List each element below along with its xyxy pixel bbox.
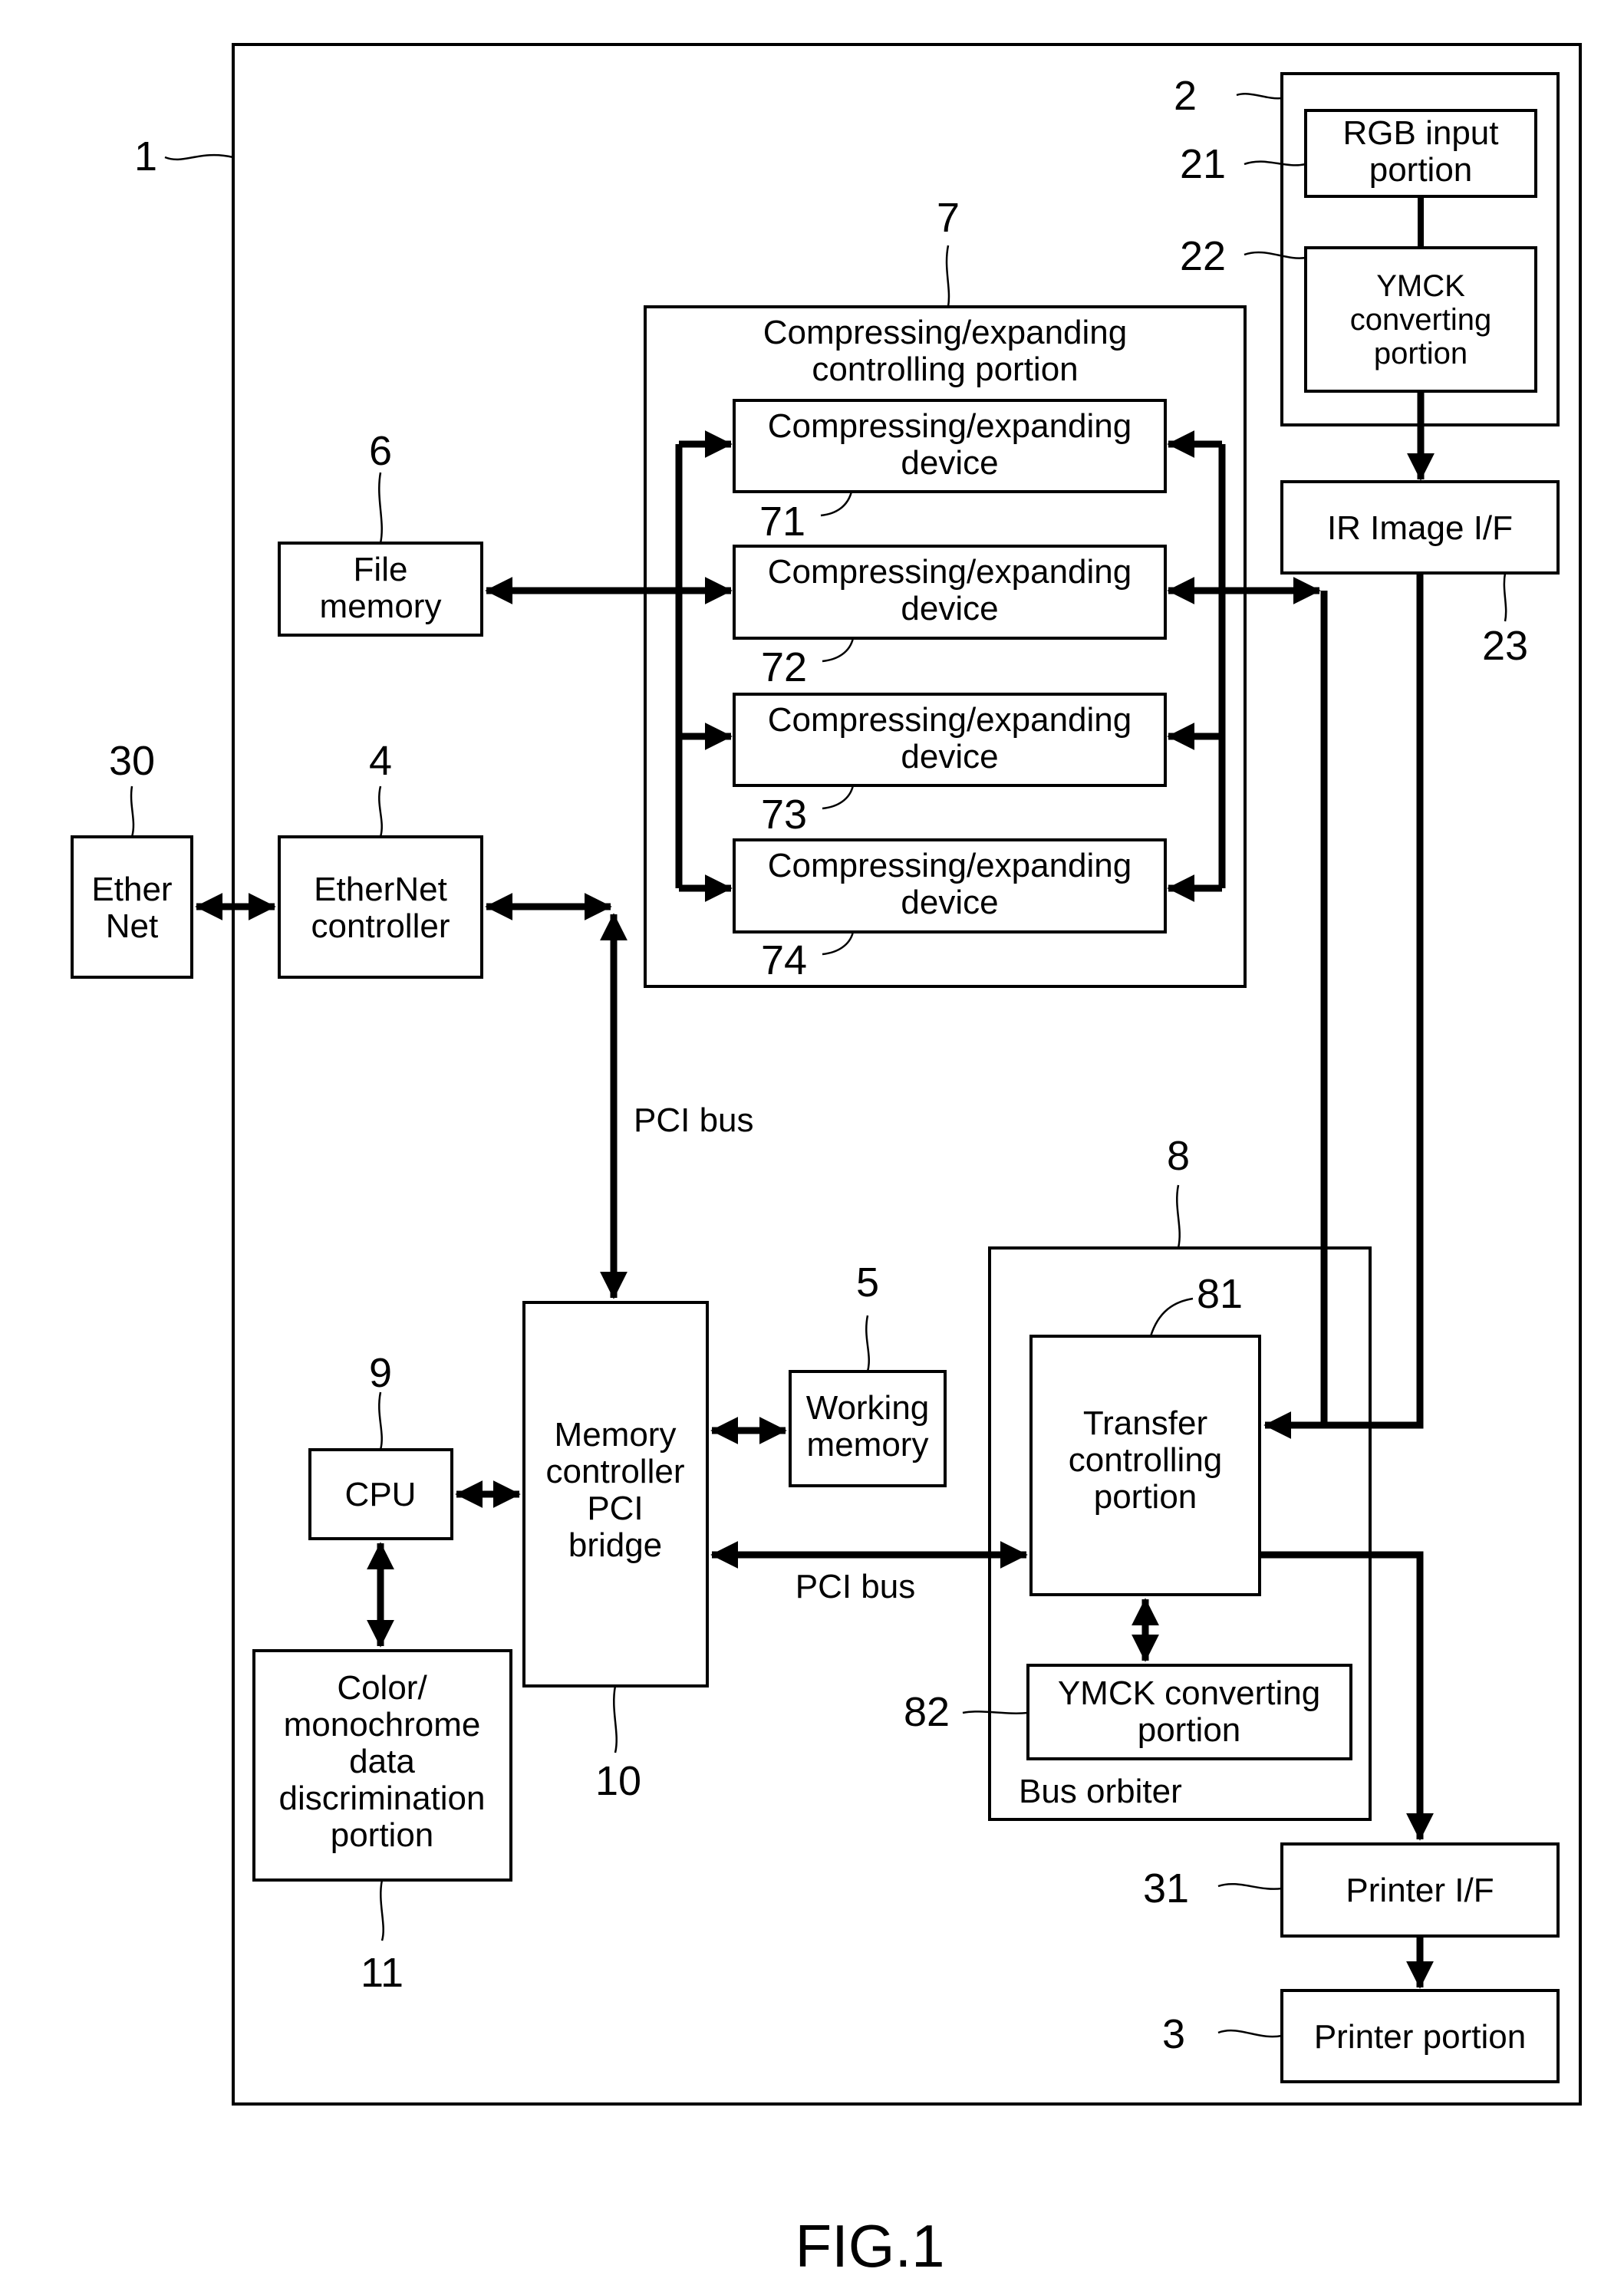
memctrl-label-2: controller bbox=[546, 1453, 685, 1490]
device73-label-2: device bbox=[901, 738, 998, 775]
ref-11: 11 bbox=[361, 1950, 404, 1996]
ref-23: 23 bbox=[1482, 623, 1528, 669]
figure-caption: FIG.1 bbox=[795, 2212, 944, 2280]
pci-bus-horizontal-label: PCI bus bbox=[796, 1568, 916, 1605]
ymck22-label-3: portion bbox=[1374, 337, 1468, 370]
file-memory-label-1: File bbox=[354, 551, 408, 588]
ref-4: 4 bbox=[369, 738, 392, 784]
leader-2 bbox=[1236, 93, 1283, 100]
ref-21: 21 bbox=[1180, 141, 1226, 187]
transfer-label-3: portion bbox=[1094, 1478, 1197, 1516]
leader-1 bbox=[164, 153, 234, 161]
leader-4 bbox=[378, 785, 383, 838]
memctrl-label-4: bridge bbox=[568, 1526, 662, 1564]
leader-3 bbox=[1217, 2029, 1283, 2038]
ir-image-if-label: IR Image I/F bbox=[1327, 509, 1513, 547]
ref-3: 3 bbox=[1162, 2011, 1185, 2057]
ref-10: 10 bbox=[595, 1758, 641, 1804]
ref-82: 82 bbox=[904, 1689, 950, 1735]
ref-1: 1 bbox=[134, 133, 157, 179]
leader-22 bbox=[1244, 251, 1306, 259]
ref-72: 72 bbox=[761, 644, 807, 690]
working-memory-label-2: memory bbox=[807, 1426, 929, 1464]
leader-8 bbox=[1176, 1184, 1181, 1249]
ymck22-label-1: YMCK bbox=[1376, 269, 1465, 303]
device71-label-1: Compressing/expanding bbox=[768, 407, 1132, 445]
leader-9 bbox=[378, 1391, 383, 1450]
device73-label-1: Compressing/expanding bbox=[768, 701, 1132, 739]
ymck22-label-2: converting bbox=[1350, 303, 1492, 337]
ref-8: 8 bbox=[1167, 1133, 1190, 1179]
ref-31: 31 bbox=[1143, 1865, 1189, 1911]
ethernet-controller-label-1: EtherNet bbox=[314, 871, 447, 908]
ref-2: 2 bbox=[1174, 73, 1197, 119]
ref-74: 74 bbox=[761, 937, 807, 983]
device71-label-2: device bbox=[901, 444, 998, 482]
leader-82 bbox=[962, 1711, 1029, 1714]
ethernet-controller-label-2: controller bbox=[311, 907, 450, 945]
comp-ctrl-label-2: controlling portion bbox=[812, 351, 1078, 388]
leader-72 bbox=[822, 637, 855, 663]
transfer-label-2: controlling bbox=[1069, 1441, 1223, 1479]
ref-73: 73 bbox=[761, 792, 807, 838]
ref-71: 71 bbox=[759, 499, 805, 545]
ir-to-transfer-bus bbox=[1324, 573, 1424, 1429]
ref-22: 22 bbox=[1180, 233, 1226, 279]
ref-6: 6 bbox=[369, 428, 392, 474]
block-diagram: 1 2 RGB input portion 21 YMCK converting… bbox=[71, 43, 1582, 2280]
leader-5 bbox=[865, 1315, 870, 1372]
leader-71 bbox=[820, 491, 853, 517]
leader-31 bbox=[1217, 1882, 1283, 1890]
working-memory-label-1: Working bbox=[806, 1389, 930, 1427]
ref-30: 30 bbox=[109, 738, 155, 784]
ref-7: 7 bbox=[937, 195, 960, 241]
compressing-expanding-device-74: Compressing/expanding device bbox=[733, 838, 1167, 933]
ether-net-label-2: Net bbox=[106, 907, 158, 945]
leader-74 bbox=[822, 931, 855, 956]
pci-bus-vertical-label: PCI bus bbox=[634, 1101, 754, 1139]
rgb-input-label-2: portion bbox=[1369, 151, 1473, 189]
bus-arbiter-label: Bus orbiter bbox=[1019, 1773, 1182, 1810]
color-label-3: data bbox=[349, 1743, 415, 1780]
device72-label-2: device bbox=[901, 590, 998, 627]
memctrl-label-1: Memory bbox=[555, 1416, 677, 1454]
leader-10 bbox=[613, 1685, 618, 1753]
device72-label-1: Compressing/expanding bbox=[768, 553, 1132, 591]
leader-7 bbox=[945, 245, 950, 308]
ymck82-label-2: portion bbox=[1138, 1711, 1241, 1749]
cpu-label: CPU bbox=[345, 1476, 417, 1513]
comp-to-transfer-bus bbox=[1263, 591, 1328, 1439]
ref-9: 9 bbox=[369, 1350, 392, 1396]
printer-if-label: Printer I/F bbox=[1346, 1872, 1494, 1909]
color-label-5: portion bbox=[331, 1816, 434, 1854]
leader-81 bbox=[1149, 1297, 1194, 1337]
device74-label-1: Compressing/expanding bbox=[768, 847, 1132, 884]
ymck82-label-1: YMCK converting bbox=[1058, 1674, 1320, 1712]
compressing-expanding-device-73: Compressing/expanding device bbox=[733, 693, 1167, 787]
compressing-expanding-device-72: Compressing/expanding device bbox=[733, 545, 1167, 640]
device74-label-2: device bbox=[901, 884, 998, 921]
memctrl-label-3: PCI bbox=[587, 1490, 643, 1527]
leader-30 bbox=[130, 785, 135, 838]
color-label-2: monochrome bbox=[284, 1706, 481, 1743]
leader-23 bbox=[1503, 572, 1507, 622]
color-label-1: Color/ bbox=[337, 1669, 427, 1707]
rgb-input-label-1: RGB input bbox=[1343, 114, 1499, 152]
color-label-4: discrimination bbox=[279, 1780, 486, 1817]
compressing-expanding-device-71: Compressing/expanding device bbox=[733, 399, 1167, 493]
ref-81: 81 bbox=[1197, 1271, 1243, 1317]
ether-net-label-1: Ether bbox=[91, 871, 172, 908]
file-memory-label-2: memory bbox=[320, 588, 442, 625]
leader-11 bbox=[380, 1879, 384, 1941]
printer-portion-label: Printer portion bbox=[1314, 2018, 1526, 2056]
comp-ctrl-label-1: Compressing/expanding bbox=[763, 314, 1128, 351]
ref-5: 5 bbox=[856, 1259, 879, 1306]
leader-73 bbox=[822, 785, 855, 810]
leader-21 bbox=[1244, 160, 1306, 166]
leader-6 bbox=[378, 472, 383, 544]
transfer-label-1: Transfer bbox=[1083, 1404, 1207, 1442]
